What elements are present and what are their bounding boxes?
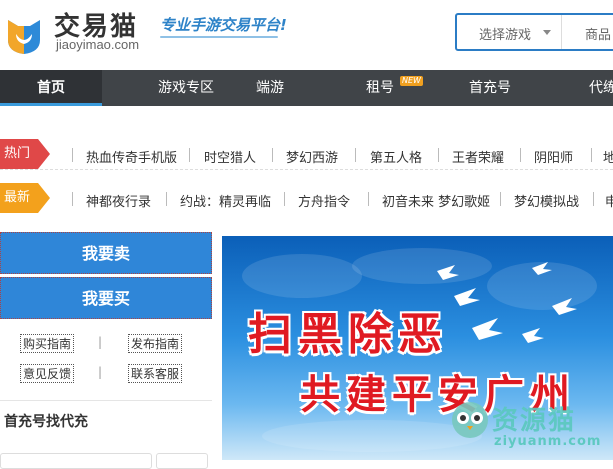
publish-guide-link[interactable]: 发布指南 bbox=[128, 334, 183, 353]
latest-game-link[interactable]: 申 bbox=[605, 191, 613, 210]
row-divider bbox=[0, 169, 613, 171]
sell-button[interactable]: 我要卖 bbox=[0, 232, 212, 274]
panel-title: 首充号找代充 bbox=[4, 414, 88, 430]
nav-pc-games[interactable]: 端游 bbox=[240, 70, 300, 106]
feedback-link[interactable]: 意见反馈 bbox=[20, 364, 75, 383]
divider bbox=[284, 192, 285, 206]
hot-game-link[interactable]: 热血传奇手机版 bbox=[86, 147, 177, 166]
watermark-url: ziyuanm.com bbox=[494, 434, 602, 449]
search-submit-button[interactable] bbox=[156, 453, 208, 469]
watermark-text: 资源猫 bbox=[492, 406, 577, 436]
game-select-label: 选择游戏 bbox=[479, 28, 532, 43]
latest-game-link[interactable]: 方舟指令 bbox=[298, 191, 350, 210]
divider bbox=[72, 148, 73, 162]
hot-flag: 热门 bbox=[0, 139, 50, 169]
buy-guide-link[interactable]: 购买指南 bbox=[20, 334, 75, 353]
slogan-underline bbox=[160, 36, 278, 38]
chevron-down-icon bbox=[543, 30, 551, 35]
hot-game-link[interactable]: 王者荣耀 bbox=[452, 147, 504, 166]
divider bbox=[166, 192, 167, 206]
goods-select[interactable]: 商品 bbox=[585, 24, 611, 43]
hot-game-link[interactable]: 第五人格 bbox=[370, 147, 422, 166]
latest-game-link[interactable]: 神都夜行录 bbox=[86, 191, 151, 210]
divider bbox=[189, 148, 190, 162]
divider bbox=[355, 148, 356, 162]
promo-banner[interactable]: 扫黑除恶 共建平安广州 资源猫 ziyuanm.com bbox=[222, 236, 613, 460]
hot-game-link[interactable]: 阴阳师 bbox=[534, 147, 573, 166]
game-tags: 热门 热血传奇手机版 时空猎人 梦幻西游 第五人格 王者荣耀 阴阳师 地 最新 … bbox=[0, 125, 613, 221]
main-nav: 首页 游戏专区 端游 租号 NEW 首充号 代练 bbox=[0, 70, 613, 106]
first-charge-panel: 首充号找代充 bbox=[0, 400, 212, 469]
search-box: 选择游戏 商品 bbox=[455, 13, 613, 51]
latest-game-link[interactable]: 梦幻模拟战 bbox=[514, 191, 579, 210]
game-search-input[interactable] bbox=[0, 453, 152, 469]
divider bbox=[72, 192, 73, 206]
new-badge: NEW bbox=[400, 76, 423, 86]
divider bbox=[520, 148, 521, 162]
link-separator: | bbox=[98, 335, 103, 349]
nav-boosting[interactable]: 代练 bbox=[578, 70, 613, 106]
contact-support-link[interactable]: 联系客服 bbox=[128, 364, 183, 383]
divider bbox=[272, 148, 273, 162]
nav-game-zone[interactable]: 游戏专区 bbox=[112, 70, 260, 106]
nav-first-charge[interactable]: 首充号 bbox=[460, 70, 520, 106]
hot-game-link[interactable]: 梦幻西游 bbox=[286, 147, 338, 166]
divider bbox=[500, 192, 501, 206]
cat-logo-icon[interactable] bbox=[2, 12, 46, 56]
brand-domain: jiaoyimao.com bbox=[56, 37, 140, 52]
hot-game-link[interactable]: 地 bbox=[603, 147, 613, 166]
divider bbox=[591, 148, 592, 162]
buy-button[interactable]: 我要买 bbox=[0, 277, 212, 319]
game-select[interactable]: 选择游戏 bbox=[457, 15, 562, 49]
latest-row: 最新 神都夜行录 约战：精灵再临 方舟指令 初音未来 梦幻歌姬 梦幻模拟战 申 bbox=[0, 181, 613, 215]
divider bbox=[368, 192, 369, 206]
divider bbox=[593, 192, 594, 206]
owl-logo-icon bbox=[452, 402, 488, 438]
banner-headline: 扫黑除恶 bbox=[248, 309, 448, 360]
hot-game-link[interactable]: 时空猎人 bbox=[204, 147, 256, 166]
latest-game-link[interactable]: 初音未来 梦幻歌姬 bbox=[382, 191, 490, 210]
help-links: 购买指南 | 发布指南 意见反馈 | 联系客服 bbox=[0, 330, 212, 386]
hot-row: 热门 热血传奇手机版 时空猎人 梦幻西游 第五人格 王者荣耀 阴阳师 地 bbox=[0, 137, 613, 171]
latest-flag: 最新 bbox=[0, 183, 50, 213]
watermark: 资源猫 ziyuanm.com bbox=[450, 394, 610, 454]
link-separator: | bbox=[98, 365, 103, 379]
site-header: 交易猫 jiaoyimao.com 专业手游交易平台! 选择游戏 商品 bbox=[0, 0, 613, 70]
divider bbox=[438, 148, 439, 162]
slogan: 专业手游交易平台! bbox=[160, 16, 287, 34]
latest-game-link[interactable]: 约战：精灵再临 bbox=[180, 191, 271, 210]
nav-home[interactable]: 首页 bbox=[0, 70, 102, 106]
